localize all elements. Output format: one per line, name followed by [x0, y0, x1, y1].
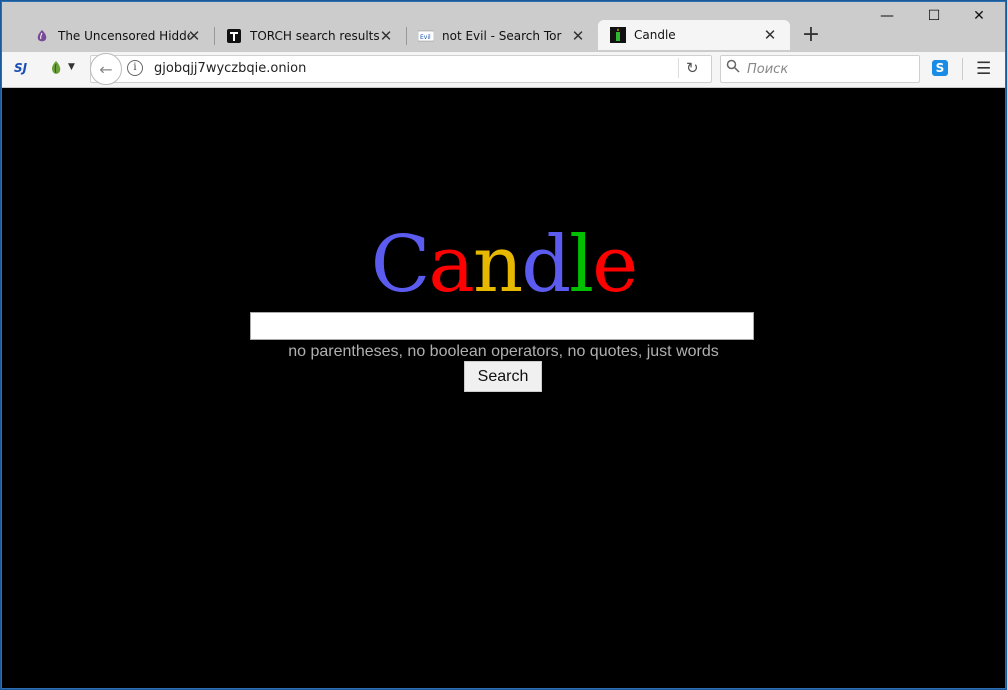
page-content: Candle no parentheses, no boolean operat…: [2, 88, 1005, 688]
chevron-down-icon[interactable]: ▼: [68, 62, 75, 72]
tab-notevil[interactable]: Evil not Evil - Search Tor ✕: [406, 22, 598, 50]
logo-letter: a: [428, 220, 474, 310]
close-tab-icon[interactable]: ✕: [378, 28, 394, 44]
url-text[interactable]: gjobqjj7wyczbqie.onion: [154, 61, 306, 76]
tor-button-icon[interactable]: [48, 60, 64, 80]
logo-letter: n: [472, 220, 523, 310]
back-button[interactable]: ←: [90, 53, 122, 85]
notevil-icon: Evil: [417, 28, 435, 44]
skype-icon[interactable]: S: [932, 60, 948, 76]
tab-title: The Uncensored Hidde...: [58, 29, 190, 43]
close-window-icon[interactable]: ✕: [964, 8, 994, 24]
search-hint: no parentheses, no boolean operators, no…: [288, 343, 719, 360]
tab-title: Candle: [634, 28, 676, 42]
info-icon[interactable]: i: [127, 60, 143, 76]
torch-icon: [226, 28, 242, 44]
tab-title: TORCH search results f...: [250, 29, 382, 43]
hamburger-menu-icon[interactable]: ☰: [976, 59, 991, 79]
tab-strip: The Uncensored Hidde... ✕ TORCH search r…: [2, 2, 1005, 52]
candle-icon: [610, 27, 626, 43]
tab-candle[interactable]: Candle ✕: [598, 20, 790, 50]
nav-bar: SJ ▼ ← i gjobqjj7wyczbqie.onion ↻ Поиск …: [2, 52, 1005, 88]
sj-extension-icon[interactable]: SJ: [14, 61, 27, 75]
logo-letter: C: [370, 220, 431, 310]
svg-text:Evil: Evil: [420, 34, 431, 41]
maximize-icon[interactable]: ☐: [919, 8, 949, 24]
browser-window: The Uncensored Hidde... ✕ TORCH search r…: [1, 1, 1006, 689]
back-arrow-icon: ←: [99, 59, 113, 79]
search-icon: [726, 59, 740, 77]
logo-letter: l: [569, 220, 594, 310]
close-tab-icon[interactable]: ✕: [186, 28, 202, 44]
minimize-icon[interactable]: —: [872, 8, 902, 24]
tab-torch[interactable]: TORCH search results f... ✕: [214, 22, 406, 50]
tab-title: not Evil - Search Tor: [442, 29, 562, 43]
search-placeholder: Поиск: [747, 62, 789, 77]
reload-icon[interactable]: ↻: [686, 59, 699, 77]
new-tab-button[interactable]: +: [799, 22, 823, 47]
tor-onion-icon: [34, 28, 50, 44]
search-input[interactable]: [250, 312, 754, 340]
divider: [962, 58, 963, 80]
tab-separator: [214, 27, 215, 45]
logo-letter: e: [592, 220, 638, 310]
close-tab-icon[interactable]: ✕: [762, 27, 778, 43]
search-button[interactable]: Search: [464, 361, 542, 392]
logo-letter: d: [521, 220, 571, 310]
tab-separator: [406, 27, 407, 45]
candle-logo: Candle: [2, 220, 1005, 310]
tab-uncensored[interactable]: The Uncensored Hidde... ✕: [22, 22, 214, 50]
close-tab-icon[interactable]: ✕: [570, 28, 586, 44]
divider: [678, 58, 679, 78]
